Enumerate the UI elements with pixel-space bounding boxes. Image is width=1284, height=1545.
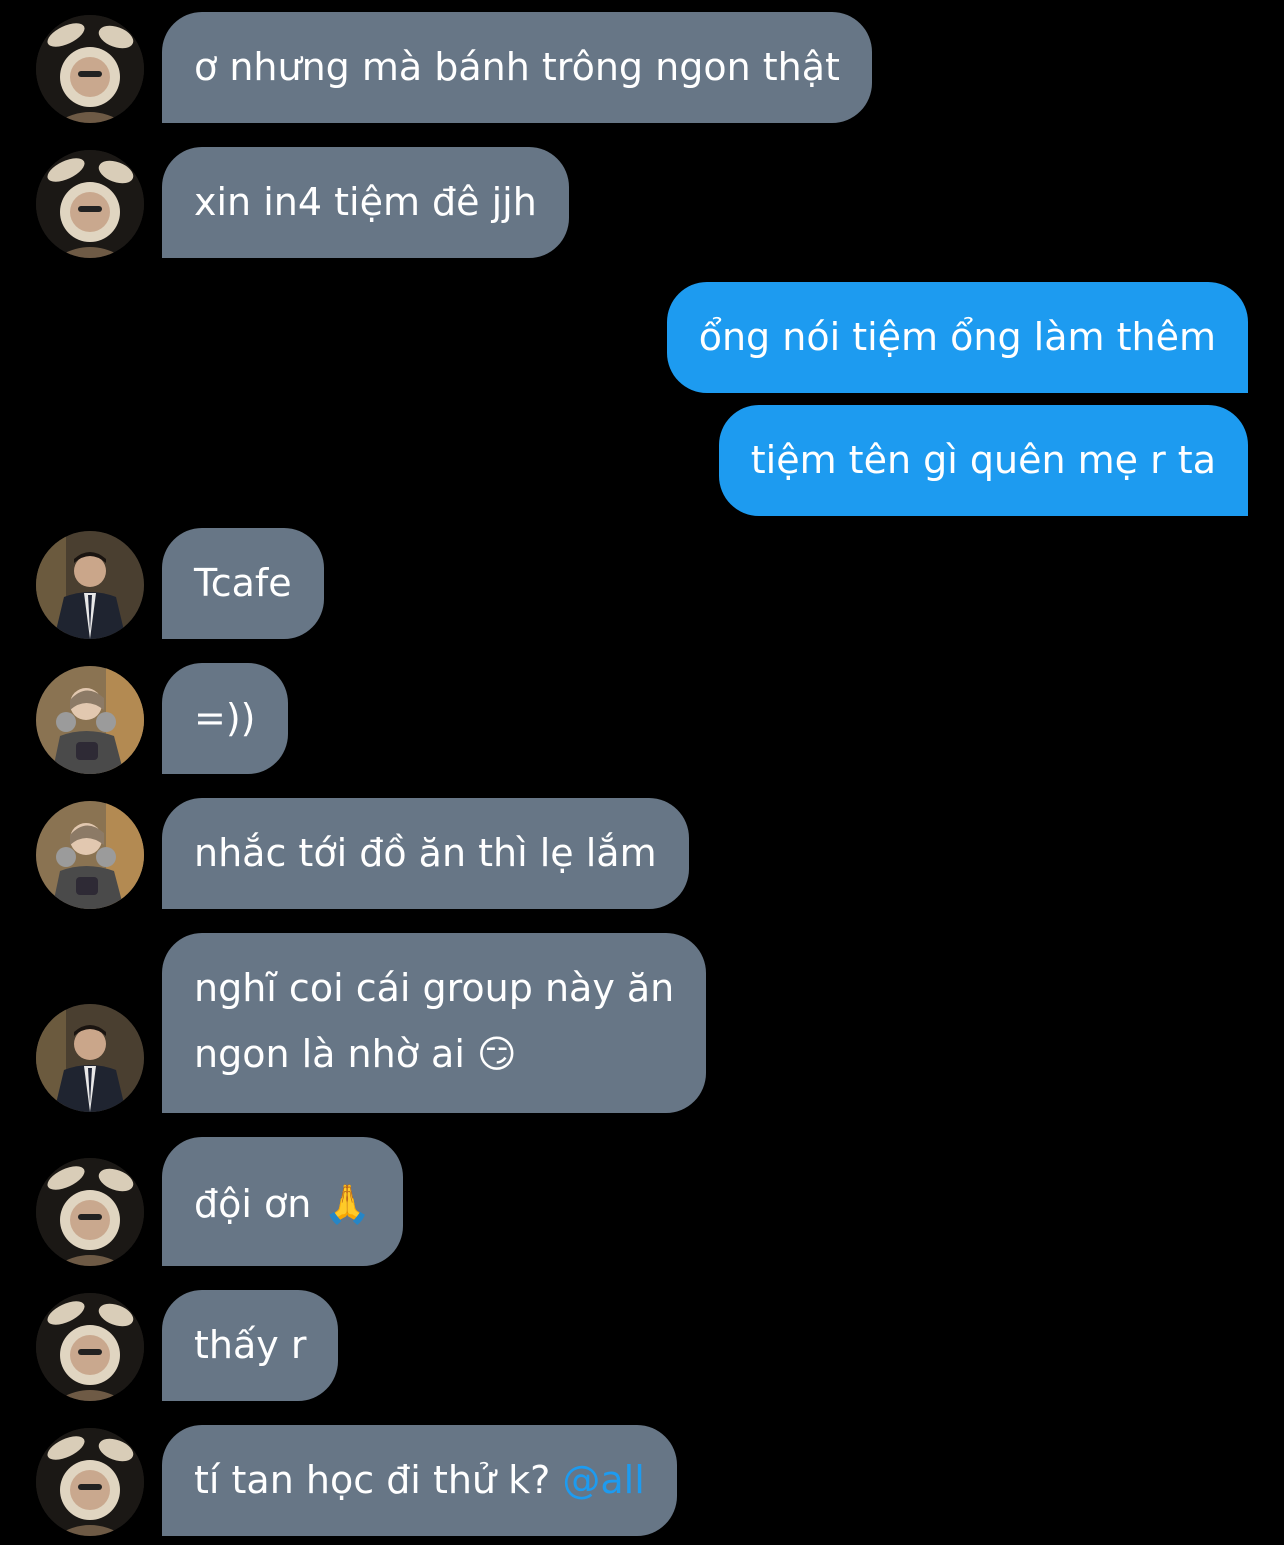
avatar-bunny-image: [36, 150, 144, 258]
message-text: tiệm tên gì quên mẹ r ta: [750, 438, 1216, 482]
avatar[interactable]: [36, 1158, 144, 1266]
message-bubble[interactable]: nhắc tới đồ ăn thì lẹ lắm: [162, 798, 689, 909]
message-bubble[interactable]: tí tan học đi thử k? @all: [162, 1425, 677, 1536]
praying-hands-emoji-icon: 🙏: [323, 1182, 371, 1226]
message-bubble-outgoing[interactable]: tiệm tên gì quên mẹ r ta: [718, 405, 1248, 516]
avatar-bunny-image: [36, 1428, 144, 1536]
message-bubble-outgoing[interactable]: ổng nói tiệm ổng làm thêm: [666, 282, 1248, 393]
chat-message-list[interactable]: ơ nhưng mà bánh trông ngon thật xin in4 …: [0, 0, 1284, 1545]
mention-link[interactable]: @all: [562, 1458, 644, 1502]
message-text: Tcafe: [194, 561, 292, 605]
avatar-glasses-image: [36, 801, 144, 909]
avatar-suit-image: [36, 1004, 144, 1112]
avatar[interactable]: [36, 1428, 144, 1536]
message-text: xin in4 tiệm đê jjh: [194, 180, 537, 224]
message-bubble[interactable]: nghĩ coi cái group này ăn ngon là nhờ ai…: [162, 933, 707, 1113]
message-text-line: nghĩ coi cái group này ăn: [194, 966, 675, 1010]
avatar[interactable]: [36, 150, 144, 258]
avatar-bunny-image: [36, 15, 144, 123]
avatar[interactable]: [36, 666, 144, 774]
avatar[interactable]: [36, 531, 144, 639]
message-bubble[interactable]: đội ơn 🙏: [162, 1137, 403, 1266]
avatar-glasses-image: [36, 666, 144, 774]
message-bubble[interactable]: Tcafe: [162, 528, 324, 639]
smirk-emoji-icon: 😏: [476, 1032, 517, 1076]
avatar-bunny-image: [36, 1293, 144, 1401]
avatar[interactable]: [36, 1004, 144, 1112]
message-text: nhắc tới đồ ăn thì lẹ lắm: [194, 831, 657, 875]
message-bubble[interactable]: ơ nhưng mà bánh trông ngon thật: [162, 12, 872, 123]
message-text: ổng nói tiệm ổng làm thêm: [698, 315, 1216, 359]
avatar-bunny-image: [36, 1158, 144, 1266]
message-text: =)): [194, 696, 256, 740]
message-text: tí tan học đi thử k?: [194, 1458, 551, 1502]
message-text: thấy r: [194, 1323, 307, 1367]
message-bubble[interactable]: xin in4 tiệm đê jjh: [162, 147, 569, 258]
message-text-line: ngon là nhờ ai: [194, 1032, 465, 1076]
message-text: ơ nhưng mà bánh trông ngon thật: [194, 45, 840, 89]
message-bubble[interactable]: =)): [162, 663, 288, 774]
message-bubble[interactable]: thấy r: [162, 1290, 339, 1401]
avatar[interactable]: [36, 15, 144, 123]
avatar[interactable]: [36, 1293, 144, 1401]
avatar[interactable]: [36, 801, 144, 909]
avatar-suit-image: [36, 531, 144, 639]
message-text: đội ơn: [194, 1182, 312, 1226]
